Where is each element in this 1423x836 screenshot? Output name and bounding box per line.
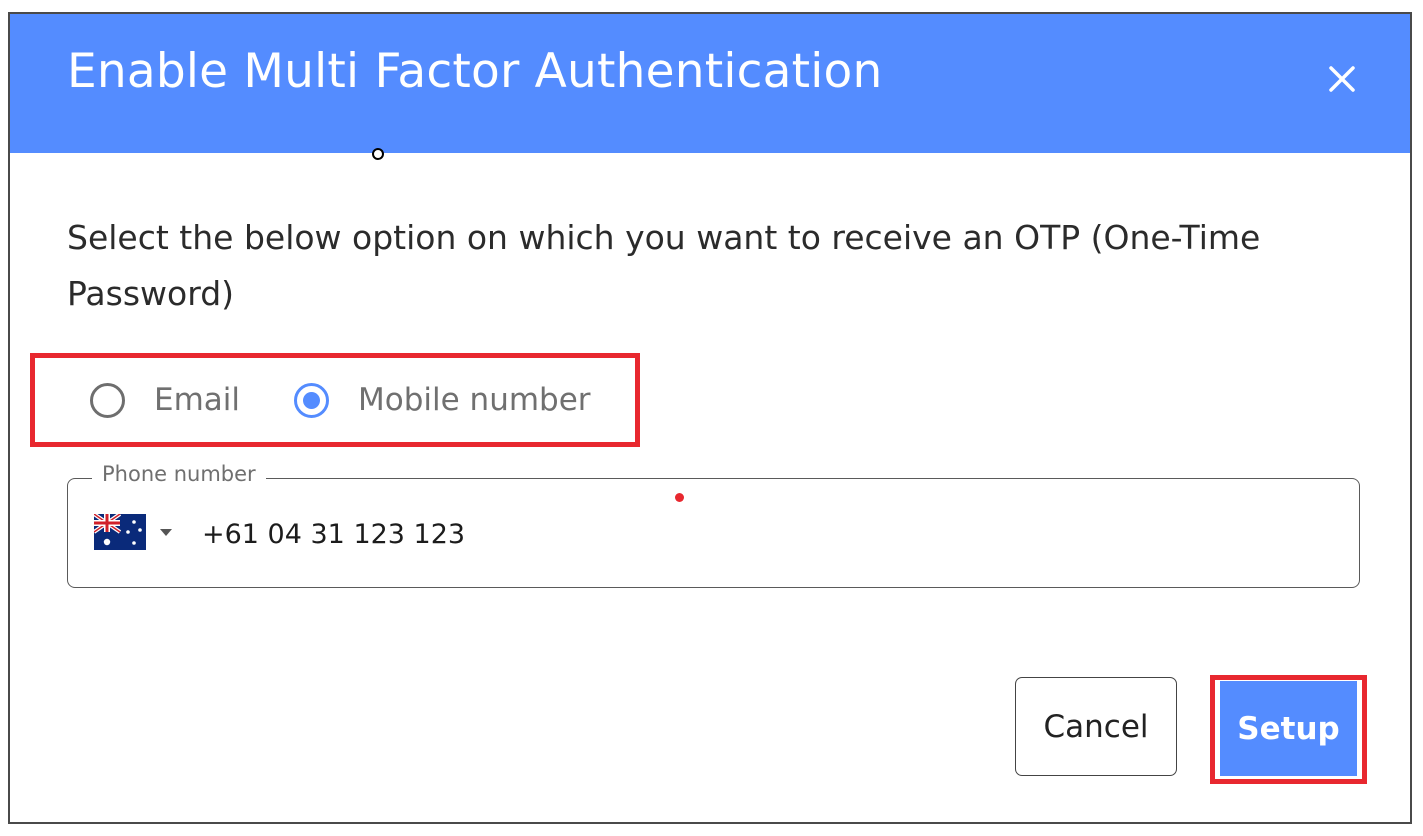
mfa-dialog: Enable Multi Factor Authentication Selec… — [8, 12, 1412, 824]
setup-button[interactable]: Setup — [1220, 681, 1357, 776]
country-code-select[interactable] — [94, 514, 172, 550]
close-icon — [1329, 66, 1355, 92]
email-radio[interactable] — [90, 382, 125, 418]
cursor-marker — [372, 148, 384, 160]
radio-option-mobile[interactable]: Mobile number — [294, 380, 591, 420]
dialog-title: Enable Multi Factor Authentication — [67, 44, 883, 99]
phone-number-input[interactable] — [202, 514, 1302, 554]
mobile-radio[interactable] — [294, 382, 329, 418]
email-radio-label: Email — [154, 382, 241, 418]
phone-number-legend: Phone number — [92, 462, 266, 486]
required-marker — [675, 493, 684, 502]
close-button[interactable] — [1322, 59, 1362, 99]
cancel-button[interactable]: Cancel — [1015, 677, 1177, 776]
otp-instruction: Select the below option on which you wan… — [67, 218, 1261, 313]
dialog-header: Enable Multi Factor Authentication — [10, 14, 1410, 153]
mobile-radio-label: Mobile number — [358, 382, 591, 418]
chevron-down-icon — [160, 528, 172, 536]
radio-option-email[interactable]: Email — [90, 380, 240, 420]
australia-flag-icon — [94, 514, 146, 550]
